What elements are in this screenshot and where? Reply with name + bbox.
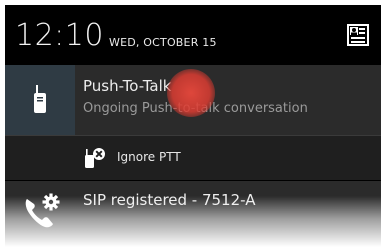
ignore-ptt-icon [85,148,105,168]
clock-time: 12:10 [15,18,104,53]
ptt-notification-title: Push-To-Talk [83,77,172,95]
walkie-talkie-icon [34,85,46,113]
user-settings-icon[interactable] [347,24,369,46]
sip-icon-area [5,181,75,247]
ptt-icon-area [5,65,75,135]
ignore-ptt-label: Ignore PTT [117,150,181,164]
sip-notification[interactable]: SIP registered - 7512-A [5,181,381,247]
notification-shade: 12:10 WED, OCTOBER 15 Push-To-Talk Ongoi… [5,5,381,247]
ignore-ptt-action[interactable]: Ignore PTT [5,136,381,180]
sip-notification-title: SIP registered - 7512-A [83,191,256,209]
touch-indicator [167,69,215,117]
clock-date: WED, OCTOBER 15 [109,36,217,49]
ptt-notification[interactable]: Push-To-Talk Ongoing Push-to-talk conver… [5,65,381,135]
status-header: 12:10 WED, OCTOBER 15 [5,5,381,65]
phone-settings-icon [25,193,60,228]
